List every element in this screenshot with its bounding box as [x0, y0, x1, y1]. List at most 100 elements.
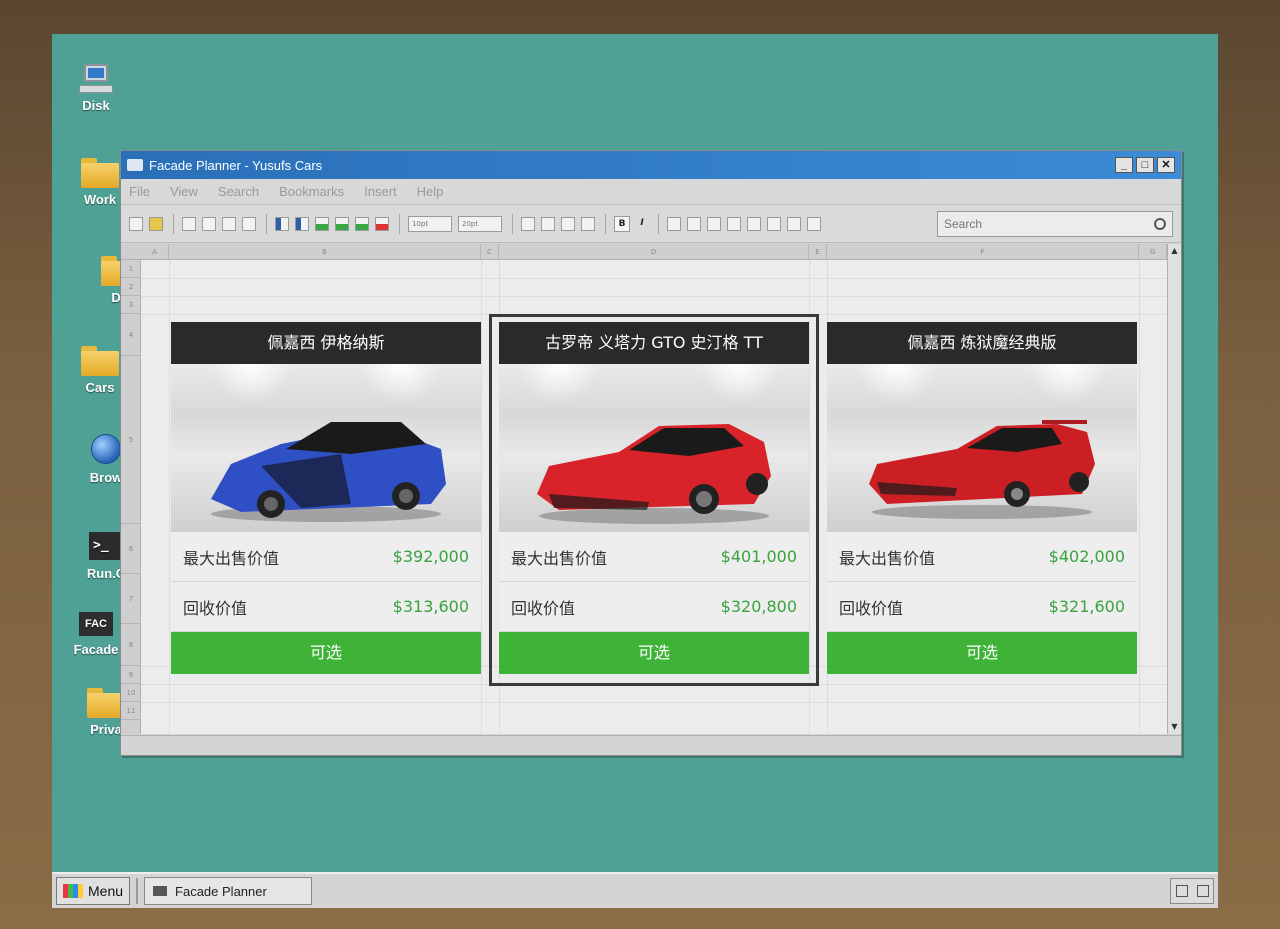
menu-view[interactable]: View	[170, 184, 198, 199]
facade-planner-window: Facade Planner - Yusufs Cars _ □ ✕ File …	[120, 150, 1182, 756]
bold-button[interactable]: B	[614, 215, 630, 232]
car-card-2[interactable]: 古罗帝 义塔力 GTO 史汀格 TT 最大出售价值 $401,000 回收价值	[499, 322, 809, 674]
start-menu-button[interactable]: Menu	[56, 877, 131, 905]
max-sale-row: 最大出售价值 $402,000	[827, 532, 1137, 582]
copy-icon[interactable]	[242, 216, 256, 231]
new-icon[interactable]	[129, 216, 143, 231]
row-header-4[interactable]: 4	[121, 314, 141, 356]
resale-price: $321,600	[1048, 597, 1125, 616]
column-header-c[interactable]: C	[481, 244, 499, 260]
row-header-9[interactable]: 9	[121, 666, 141, 684]
align-justify-icon[interactable]	[807, 216, 821, 231]
window-titlebar[interactable]: Facade Planner - Yusufs Cars _ □ ✕	[121, 151, 1181, 179]
menu-insert[interactable]: Insert	[364, 184, 397, 199]
column-header-b[interactable]: B	[169, 244, 481, 260]
menu-bookmarks[interactable]: Bookmarks	[279, 184, 344, 199]
column-header-g[interactable]: G	[1139, 244, 1167, 260]
row-header-1[interactable]: 1	[121, 260, 141, 278]
column-header-f[interactable]: F	[827, 244, 1139, 260]
computer-icon	[79, 64, 113, 94]
close-button[interactable]: ✕	[1157, 157, 1175, 173]
list-icon[interactable]	[667, 216, 681, 231]
align-left-block-icon[interactable]	[275, 216, 289, 231]
folder-icon	[81, 346, 119, 376]
car-card-1[interactable]: 佩嘉西 伊格纳斯 最大出售价值 $392,000 回收价值 $313,600 可…	[171, 322, 481, 674]
car-illustration	[537, 424, 771, 524]
align-right-icon[interactable]	[787, 216, 801, 231]
page-icon[interactable]	[182, 216, 196, 231]
insert-col-icon[interactable]	[335, 216, 349, 231]
minimize-button[interactable]: _	[1115, 157, 1133, 173]
display-icon[interactable]	[1196, 885, 1209, 897]
select-button[interactable]: 可选	[827, 632, 1137, 674]
align-right-block-icon[interactable]	[295, 216, 309, 231]
row-header-10[interactable]: 10	[121, 684, 141, 702]
max-sale-label: 最大出售价值	[511, 548, 608, 568]
system-tray	[1170, 878, 1214, 904]
border-clear-icon[interactable]	[581, 216, 595, 231]
scroll-up-icon[interactable]: ▲	[1168, 244, 1181, 258]
border-outer-icon[interactable]	[561, 216, 575, 231]
taskbar: Menu Facade Planner	[52, 872, 1218, 908]
row-header-11[interactable]: 11	[121, 702, 141, 720]
column-header: A B C D E F G	[121, 244, 1167, 260]
table-icon[interactable]	[202, 216, 216, 231]
search-icon[interactable]	[1154, 217, 1166, 230]
outdent-icon[interactable]	[727, 216, 741, 231]
resale-row: 回收价值 $320,800	[499, 582, 809, 632]
row-header: 1 2 3 4 5 6 7 8 9 10 11	[121, 260, 141, 734]
max-sale-label: 最大出售价值	[183, 548, 280, 568]
network-icon[interactable]	[1175, 885, 1188, 897]
facade-app-icon	[153, 886, 168, 896]
indent-icon[interactable]	[707, 216, 721, 231]
border-icon[interactable]	[521, 216, 535, 231]
folder-icon	[81, 158, 119, 188]
align-center-icon[interactable]	[767, 216, 781, 231]
taskbar-item-facade-planner[interactable]: Facade Planner	[144, 877, 313, 905]
list-bullet-icon[interactable]	[687, 216, 701, 231]
menu-logo-icon	[63, 884, 83, 898]
border-all-icon[interactable]	[541, 216, 555, 231]
vertical-scrollbar[interactable]: ▲ ▼	[1167, 244, 1181, 734]
save-icon[interactable]	[149, 216, 163, 231]
resale-label: 回收价值	[511, 598, 576, 618]
search-input[interactable]	[944, 216, 1154, 231]
row-header-7[interactable]: 7	[121, 574, 141, 624]
menu-help[interactable]: Help	[417, 184, 444, 199]
row-header-8[interactable]: 8	[121, 624, 141, 666]
window-title: Facade Planner - Yusufs Cars	[149, 157, 323, 173]
maximize-button[interactable]: □	[1136, 157, 1154, 173]
align-left-icon[interactable]	[747, 216, 761, 231]
delete-cell-icon[interactable]	[375, 216, 389, 231]
font-size-select-b[interactable]: 20pt	[458, 215, 502, 232]
column-header-a[interactable]: A	[141, 244, 169, 260]
menu-bar: File View Search Bookmarks Insert Help	[121, 179, 1181, 205]
font-size-select-a[interactable]: 10pt	[408, 215, 452, 232]
max-sale-price: $402,000	[1048, 547, 1125, 566]
add-cell-icon[interactable]	[355, 216, 369, 231]
menu-file[interactable]: File	[129, 184, 150, 199]
max-sale-row: 最大出售价值 $401,000	[499, 532, 809, 582]
select-button[interactable]: 可选	[171, 632, 481, 674]
row-header-2[interactable]: 2	[121, 278, 141, 296]
column-header-e[interactable]: E	[809, 244, 827, 260]
globe-icon	[91, 434, 121, 464]
row-header-5[interactable]: 5	[121, 356, 141, 524]
desktop-icon-disk[interactable]: Disk	[56, 64, 136, 113]
row-header-3[interactable]: 3	[121, 296, 141, 314]
car-illustration	[211, 422, 446, 522]
search-box[interactable]	[937, 210, 1173, 237]
row-header-6[interactable]: 6	[121, 524, 141, 574]
menu-search[interactable]: Search	[218, 184, 259, 199]
car-title: 佩嘉西 炼狱魔经典版	[827, 322, 1137, 364]
car-card-3[interactable]: 佩嘉西 炼狱魔经典版 最大出售价值 $402,000 回收价值 $321,600…	[827, 322, 1137, 674]
column-header-d[interactable]: D	[499, 244, 809, 260]
car-title: 佩嘉西 伊格纳斯	[171, 322, 481, 364]
scroll-down-icon[interactable]: ▼	[1168, 720, 1181, 734]
image-icon[interactable]	[222, 216, 236, 231]
select-button[interactable]: 可选	[499, 632, 809, 674]
insert-row-icon[interactable]	[315, 216, 329, 231]
max-sale-label: 最大出售价值	[839, 548, 936, 568]
spreadsheet-area[interactable]: A B C D E F G 1 2 3 4 5 6 7 8 9 10 11 佩嘉…	[121, 244, 1167, 734]
italic-button[interactable]: I	[634, 216, 650, 232]
